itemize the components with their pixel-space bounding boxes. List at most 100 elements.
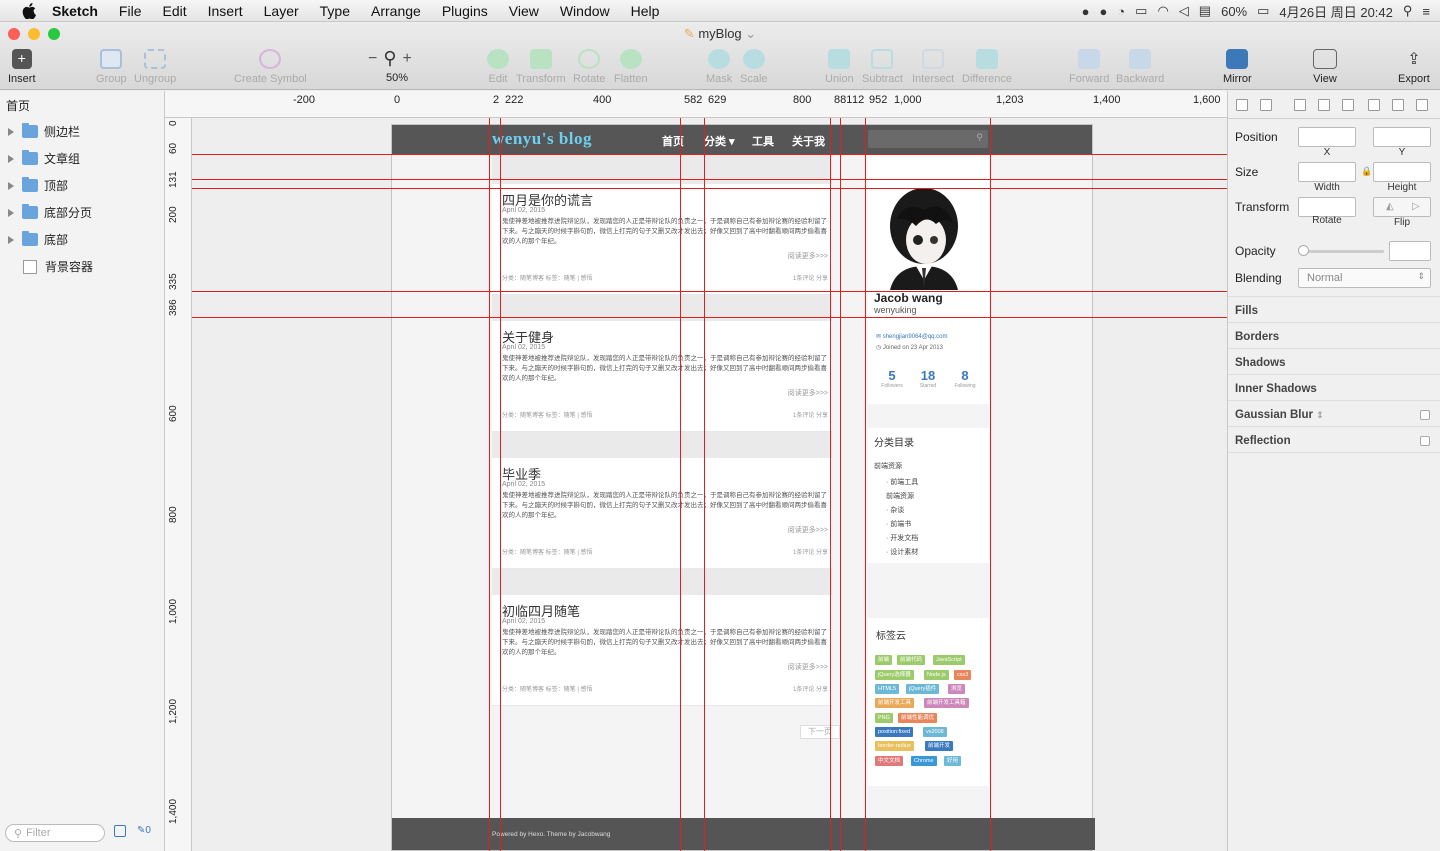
category-item[interactable]: · 设计素材 (886, 547, 918, 557)
layer-item[interactable]: 侧边栏 (0, 118, 164, 145)
horizontal-ruler[interactable]: -200 0 2 222 400 582 629 800 881 12 952 … (165, 91, 1227, 118)
chevron-updown-icon[interactable]: ⇕ (1316, 410, 1324, 420)
layer-filter-input[interactable]: ⚲ Filter (5, 824, 105, 842)
layer-item[interactable]: 顶部 (0, 172, 164, 199)
qq2-icon[interactable]: ● (1099, 4, 1107, 19)
union-button[interactable]: Union (825, 49, 854, 85)
tag[interactable]: JavaScript (933, 655, 965, 665)
position-x-input[interactable] (1298, 127, 1356, 147)
stat-followers[interactable]: 5 Followers (874, 368, 910, 389)
borders-section[interactable]: Borders (1235, 331, 1279, 343)
tag[interactable]: vs2008 (923, 727, 947, 737)
blog-search-input[interactable]: ⚲ (868, 130, 988, 148)
ungroup-button[interactable]: Ungroup (134, 49, 176, 85)
shadows-section[interactable]: Shadows (1235, 357, 1285, 369)
menu-file[interactable]: File (119, 3, 142, 19)
menu-insert[interactable]: Insert (208, 3, 243, 19)
category-item[interactable]: · 杂谈 (886, 505, 904, 515)
notification-center-icon[interactable]: ≡ (1422, 4, 1430, 19)
wifi-icon[interactable]: ◠ (1157, 3, 1168, 19)
tag[interactable]: 前端代码 (897, 655, 926, 665)
tag[interactable]: 中文文档 (875, 756, 904, 766)
nav-category[interactable]: 分类 ▾ (704, 133, 735, 149)
guide-line[interactable] (192, 154, 1227, 155)
menu-plugins[interactable]: Plugins (442, 3, 488, 19)
zoom-out-button[interactable]: − (368, 50, 377, 68)
zoom-level[interactable]: 50% (386, 72, 408, 84)
tag[interactable]: Node.js (924, 670, 949, 680)
align-bottom-icon[interactable] (1416, 99, 1428, 111)
timer-icon[interactable]: ◔ (1117, 4, 1125, 19)
backward-button[interactable]: Backward (1116, 49, 1164, 85)
layer-item[interactable]: 背景容器 (0, 253, 164, 280)
profile-name[interactable]: Jacob wang (874, 291, 943, 305)
tag[interactable]: HTML5 (875, 684, 900, 694)
disclosure-triangle-icon[interactable] (8, 181, 14, 190)
blog-logo[interactable]: wenyu's blog (492, 129, 592, 149)
rotate-input[interactable] (1298, 197, 1356, 217)
magnifier-icon[interactable]: ⚲ (383, 48, 396, 69)
vertical-ruler[interactable]: 0 60 131 200 335 386 600 800 1,000 1,200… (165, 118, 192, 851)
menu-app-name[interactable]: Sketch (52, 3, 98, 19)
avatar[interactable] (876, 180, 972, 290)
category-item[interactable]: 前端资源 (886, 491, 914, 501)
height-input[interactable] (1373, 162, 1431, 182)
disclosure-triangle-icon[interactable] (8, 235, 14, 244)
tag[interactable]: css3 (954, 670, 972, 680)
tag[interactable]: 前端开发工具箱 (924, 698, 969, 708)
opacity-slider[interactable] (1300, 250, 1384, 253)
document-title[interactable]: ✎ myBlog ⌄ (0, 26, 1440, 42)
flip-vertical-icon[interactable]: ▷ (1412, 201, 1420, 212)
menu-help[interactable]: Help (631, 3, 660, 19)
category-item[interactable]: · 前端工具 (886, 477, 918, 487)
create-symbol-button[interactable]: Create Symbol (234, 49, 307, 85)
edit-button[interactable]: Edit (487, 49, 509, 85)
tag[interactable]: 前端开发 (925, 741, 954, 751)
fills-section[interactable]: Fills (1235, 305, 1258, 317)
mirror-button[interactable]: Mirror (1223, 49, 1252, 85)
width-input[interactable] (1298, 162, 1356, 182)
blending-select[interactable]: Normal ⇕ (1298, 268, 1431, 288)
clock[interactable]: 4月26日 周日 20:42 (1279, 2, 1392, 21)
layer-item[interactable]: 底部 (0, 226, 164, 253)
zoom-in-button[interactable]: + (403, 50, 412, 68)
tag[interactable]: 前端性能调优 (898, 713, 938, 723)
flatten-button[interactable]: Flatten (614, 49, 648, 85)
insert-button[interactable]: + Insert (8, 49, 36, 85)
tag[interactable]: 前端 (875, 655, 893, 665)
lock-icon[interactable]: 🔒 (1361, 166, 1372, 177)
inner-shadows-section[interactable]: Inner Shadows (1235, 383, 1317, 395)
next-page-button[interactable]: 下一页 (800, 725, 840, 739)
create-page-icon[interactable] (114, 825, 126, 837)
menu-window[interactable]: Window (560, 3, 610, 19)
guide-line[interactable] (704, 118, 705, 851)
post-comments[interactable]: 1条评论 分享 (793, 410, 828, 419)
post-comments[interactable]: 1条评论 分享 (793, 684, 828, 693)
guide-line[interactable] (680, 118, 681, 851)
align-middle-icon[interactable] (1392, 99, 1404, 111)
align-center-icon[interactable] (1318, 99, 1330, 111)
menu-arrange[interactable]: Arrange (371, 3, 421, 19)
category-item[interactable]: · 开发文档 (886, 533, 918, 543)
flip-horizontal-icon[interactable]: ◭ (1386, 201, 1394, 212)
guide-line[interactable] (192, 179, 1227, 180)
scale-button[interactable]: Scale (740, 49, 768, 85)
intersect-button[interactable]: Intersect (912, 49, 954, 85)
tag[interactable]: border-radius (875, 741, 914, 751)
post-card[interactable]: 关于健身 April 02, 2015 鬼使神差地被推荐进院辩论队，发现踏您的人… (492, 321, 832, 432)
tag[interactable]: jQuery选择器 (875, 670, 914, 680)
flip-buttons[interactable]: ◭ ▷ (1373, 197, 1431, 217)
disclosure-triangle-icon[interactable] (8, 127, 14, 136)
blog-header[interactable]: wenyu's blog 首页 分类 ▾ 工具 关于我 ⚲ (392, 125, 1092, 154)
transform-button[interactable]: Transform (516, 49, 566, 85)
distribute-horizontal-icon[interactable] (1236, 99, 1248, 111)
layer-item[interactable]: 底部分页 (0, 199, 164, 226)
align-top-icon[interactable] (1368, 99, 1380, 111)
difference-button[interactable]: Difference (962, 49, 1012, 85)
tag[interactable]: 前端开发工具 (875, 698, 915, 708)
disclosure-triangle-icon[interactable] (8, 154, 14, 163)
profile-email[interactable]: ✉ shengjian9064@qq.com (876, 333, 948, 340)
guide-line[interactable] (830, 118, 831, 851)
opacity-slider-knob[interactable] (1298, 245, 1309, 256)
mask-button[interactable]: Mask (706, 49, 732, 85)
